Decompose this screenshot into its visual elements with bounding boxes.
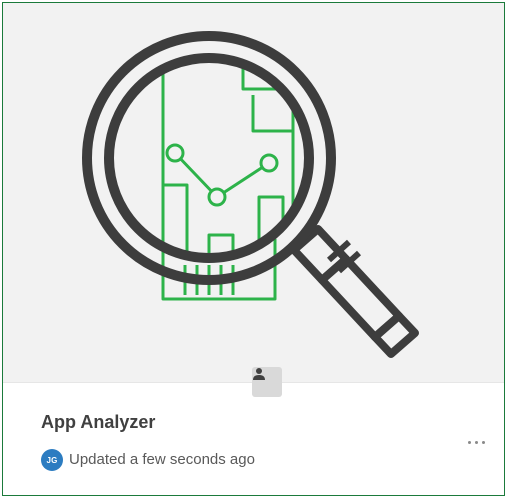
ellipsis-icon bbox=[481, 440, 485, 444]
more-actions-button[interactable] bbox=[459, 429, 493, 455]
app-title: App Analyzer bbox=[41, 412, 156, 432]
app-card[interactable]: App Analyzer JG Updated a few seconds ag… bbox=[2, 2, 505, 496]
ellipsis-icon bbox=[474, 440, 478, 444]
owner-initials: JG bbox=[46, 455, 58, 465]
app-thumbnail bbox=[3, 3, 504, 397]
ellipsis-icon bbox=[467, 440, 471, 444]
magnifier-over-app-document-icon bbox=[82, 31, 419, 358]
owner-badge bbox=[252, 367, 282, 397]
owner-avatar: JG bbox=[41, 449, 63, 471]
person-icon bbox=[253, 368, 265, 380]
updated-timestamp: Updated a few seconds ago bbox=[69, 451, 255, 468]
